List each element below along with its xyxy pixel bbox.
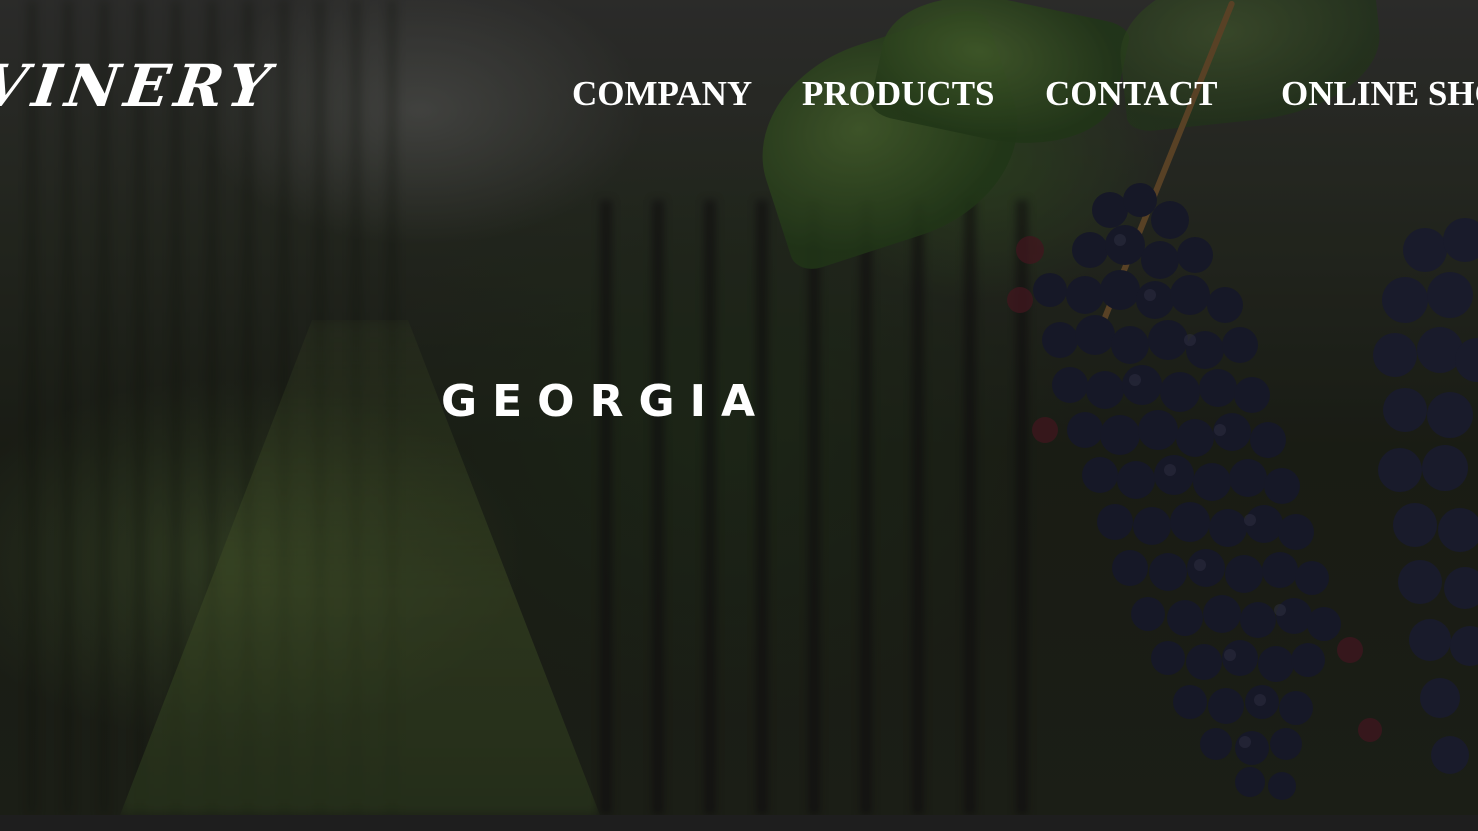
nav-item-company[interactable]: COMPANY	[572, 72, 752, 116]
nav-item-contact[interactable]: CONTACT	[1045, 72, 1217, 116]
main-navigation: COMPANY PRODUCTS CONTACT ONLINE SHO	[0, 72, 1478, 116]
nav-item-online-shop[interactable]: ONLINE SHO	[1281, 72, 1478, 116]
bottom-bar	[0, 815, 1478, 831]
hero-title: GEORGIA	[441, 376, 770, 427]
nav-item-products[interactable]: PRODUCTS	[802, 72, 995, 116]
